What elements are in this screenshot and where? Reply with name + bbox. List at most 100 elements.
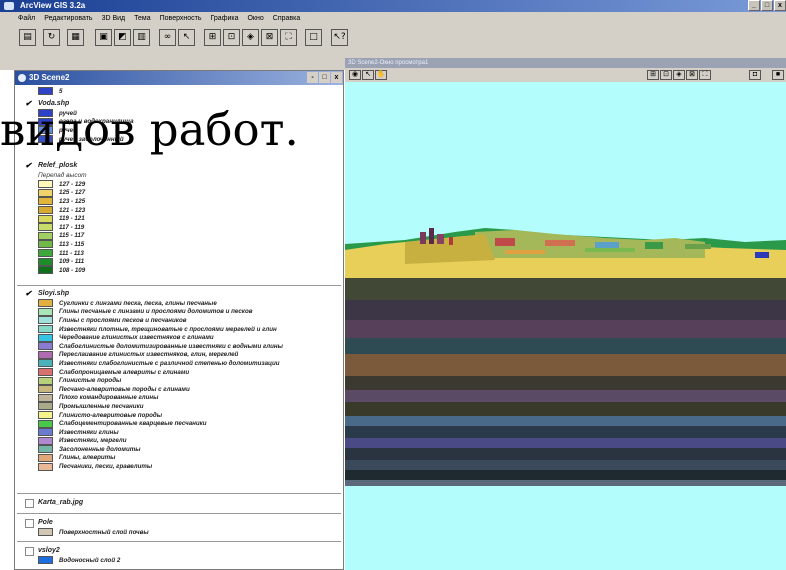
menu-theme[interactable]: Тема xyxy=(134,12,150,26)
legend-item: 125 - 127 xyxy=(25,188,87,198)
scene-title-bar: 3D Scene2-Окно просмотра1 xyxy=(345,58,786,68)
zoom-out-icon[interactable]: ⛶ xyxy=(699,70,711,80)
checkbox-unchecked-icon[interactable] xyxy=(25,499,34,508)
close-button[interactable]: x xyxy=(774,0,786,11)
fit-icon[interactable]: ⛶ xyxy=(280,29,297,46)
zoom-in-icon[interactable]: ⊠ xyxy=(686,70,698,80)
toc-maximize-button[interactable]: □ xyxy=(319,72,330,83)
3d-scene-view[interactable] xyxy=(345,82,786,570)
app-title: ArcView GIS 3.2a xyxy=(20,1,86,10)
legend-item: Промышленные песчаники xyxy=(25,402,283,411)
legend-item: Переслаивание глинистых известняков, гли… xyxy=(25,350,283,360)
legend-item: 113 - 115 xyxy=(25,240,87,249)
menu-window[interactable]: Окно xyxy=(247,12,263,26)
legend-item: Известняки плотные, трещиноватые с просл… xyxy=(25,325,283,334)
scene-window-icon xyxy=(18,74,26,82)
navigate-icon[interactable]: ◉ xyxy=(349,70,361,80)
legend-item: Глины, алевриты xyxy=(25,453,283,463)
checkbox-checked-icon[interactable]: ✔ xyxy=(25,290,33,298)
pan-tool-icon[interactable]: ✋ xyxy=(375,70,387,80)
legend-item: Песчаники, пески, гравелиты xyxy=(25,462,283,471)
layer-vsloy2[interactable]: vsloy2 Водоносный слой 2 xyxy=(25,546,120,565)
blank-icon[interactable]: □ xyxy=(305,29,322,46)
menu-edit[interactable]: Редактировать xyxy=(44,12,92,26)
legend-item: 109 - 111 xyxy=(25,257,87,266)
legend-item: Известняки слабоглинистые с различной ст… xyxy=(25,359,283,368)
zoom-active-icon[interactable]: ◈ xyxy=(673,70,685,80)
layer-sloyi[interactable]: ✔ Sloyi.shp Суглинки с линзами песка, пес… xyxy=(25,289,283,471)
divider xyxy=(17,541,341,542)
menu-graphics[interactable]: Графика xyxy=(211,12,239,26)
arcview-logo-icon xyxy=(4,2,14,10)
legend-item: Глины песчаные с линзами и прослоями дол… xyxy=(25,307,283,317)
toc-title-bar: 3D Scene2 - □ x xyxy=(15,71,343,85)
legend-item: 127 - 129 xyxy=(25,180,87,189)
legend-item: 108 - 109 xyxy=(25,266,87,275)
layer-karta-name: Karta_rab.jpg xyxy=(38,499,84,506)
layer-vsloy2-name: vsloy2 xyxy=(38,547,60,554)
geology-layers xyxy=(345,278,786,570)
edit-legend-icon[interactable]: ◩ xyxy=(114,29,131,46)
scene-toolbar: ◉ ↖ ✋ ⊞ ⊡ ◈ ⊠ ⛶ ◘ ■ xyxy=(345,68,786,82)
binoculars-icon[interactable]: ∞ xyxy=(159,29,176,46)
divider xyxy=(17,513,341,514)
legend-heading: Перепад высот xyxy=(38,172,87,179)
menu-help[interactable]: Справка xyxy=(273,12,300,26)
scene-title: 3D Scene2-Окно просмотра1 xyxy=(348,60,429,66)
layer-sloyi-name: Sloyi.shp xyxy=(38,290,70,297)
menu-3d-view[interactable]: 3D Вид xyxy=(102,12,126,26)
layer-pole[interactable]: Pole Поверхностный слой почвы xyxy=(25,518,149,537)
maximize-button[interactable]: □ xyxy=(761,0,773,11)
legend-item: 117 - 119 xyxy=(25,223,87,232)
main-toolbar: ▤ ↻ ▦ ▣ ◩ ▥ ∞ ↖ ⊞ ⊡ ◈ ⊠ ⛶ □ ↖? xyxy=(0,26,786,53)
layer-karta[interactable]: Karta_rab.jpg xyxy=(25,498,83,508)
zoom-extent-icon[interactable]: ⊞ xyxy=(204,29,221,46)
legend-item: Засолоненные доломиты xyxy=(25,445,283,454)
full-extent-icon[interactable]: ⊞ xyxy=(647,70,659,80)
legend-item: 111 - 113 xyxy=(25,249,87,258)
menu-bar: Файл Редактировать 3D Вид Тема Поверхнос… xyxy=(0,12,786,26)
zoom-in-icon[interactable]: ◈ xyxy=(242,29,259,46)
checkbox-unchecked-icon[interactable] xyxy=(25,519,34,528)
legend-item: Водоносный слой 2 xyxy=(25,556,120,565)
legend-item: Суглинки с линзами песка, песка, глины п… xyxy=(25,299,283,308)
camera-icon[interactable]: ◘ xyxy=(749,70,761,80)
refresh-icon[interactable]: ↻ xyxy=(43,29,60,46)
zoom-tool-icon[interactable]: ↖ xyxy=(362,70,374,80)
zoom-layer-icon[interactable]: ⊡ xyxy=(660,70,672,80)
layer-relef-name: Relef_plosk xyxy=(38,162,78,169)
divider xyxy=(17,493,341,494)
legend-item: Известняки, мергели xyxy=(25,436,283,446)
menu-surface[interactable]: Поверхность xyxy=(160,12,202,26)
checkbox-unchecked-icon[interactable] xyxy=(25,547,34,556)
settings-icon[interactable]: ■ xyxy=(772,70,784,80)
legend-item: 5 xyxy=(25,87,62,96)
legend-item: Слабоглинистые доломитизированные извест… xyxy=(25,342,283,351)
zoom-active-icon[interactable]: ⊡ xyxy=(223,29,240,46)
toc-minimize-button[interactable]: - xyxy=(307,72,318,83)
legend-item: Слабопроницаемые алевриты с глинами xyxy=(25,368,283,377)
window-controls: _ □ x xyxy=(748,0,786,11)
layer-relef[interactable]: ✔ Relef_plosk Перепад высот 127 - 129 125… xyxy=(25,161,87,275)
legend-item: Глинисто-алевритовые породы xyxy=(25,411,283,420)
layer-props-icon[interactable]: ▣ xyxy=(95,29,112,46)
save-icon[interactable]: ▤ xyxy=(19,29,36,46)
legend-item: Глины с прослоями песков и песчаников xyxy=(25,316,283,325)
cursor-icon[interactable]: ↖ xyxy=(178,29,195,46)
legend-item: 119 - 121 xyxy=(25,214,87,223)
legend-item: Глинистые породы xyxy=(25,376,283,385)
minimize-button[interactable]: _ xyxy=(748,0,760,11)
legend-item: 115 - 117 xyxy=(25,231,87,241)
menu-file[interactable]: Файл xyxy=(18,12,35,26)
toc-close-button[interactable]: x xyxy=(331,72,342,83)
toc-title: 3D Scene2 xyxy=(29,73,70,82)
checkbox-checked-icon[interactable]: ✔ xyxy=(25,162,33,170)
legend-item: Чередование глинистых известняков с глин… xyxy=(25,333,283,342)
table-icon[interactable]: ▦ xyxy=(67,29,84,46)
divider xyxy=(17,285,341,286)
legend-swatch xyxy=(38,87,53,96)
help-icon[interactable]: ↖? xyxy=(331,29,348,46)
table-2-icon[interactable]: ▥ xyxy=(133,29,150,46)
scene-viewer-window: 3D Scene2-Окно просмотра1 ◉ ↖ ✋ ⊞ ⊡ ◈ ⊠ … xyxy=(345,58,786,570)
zoom-out-icon[interactable]: ⊠ xyxy=(261,29,278,46)
